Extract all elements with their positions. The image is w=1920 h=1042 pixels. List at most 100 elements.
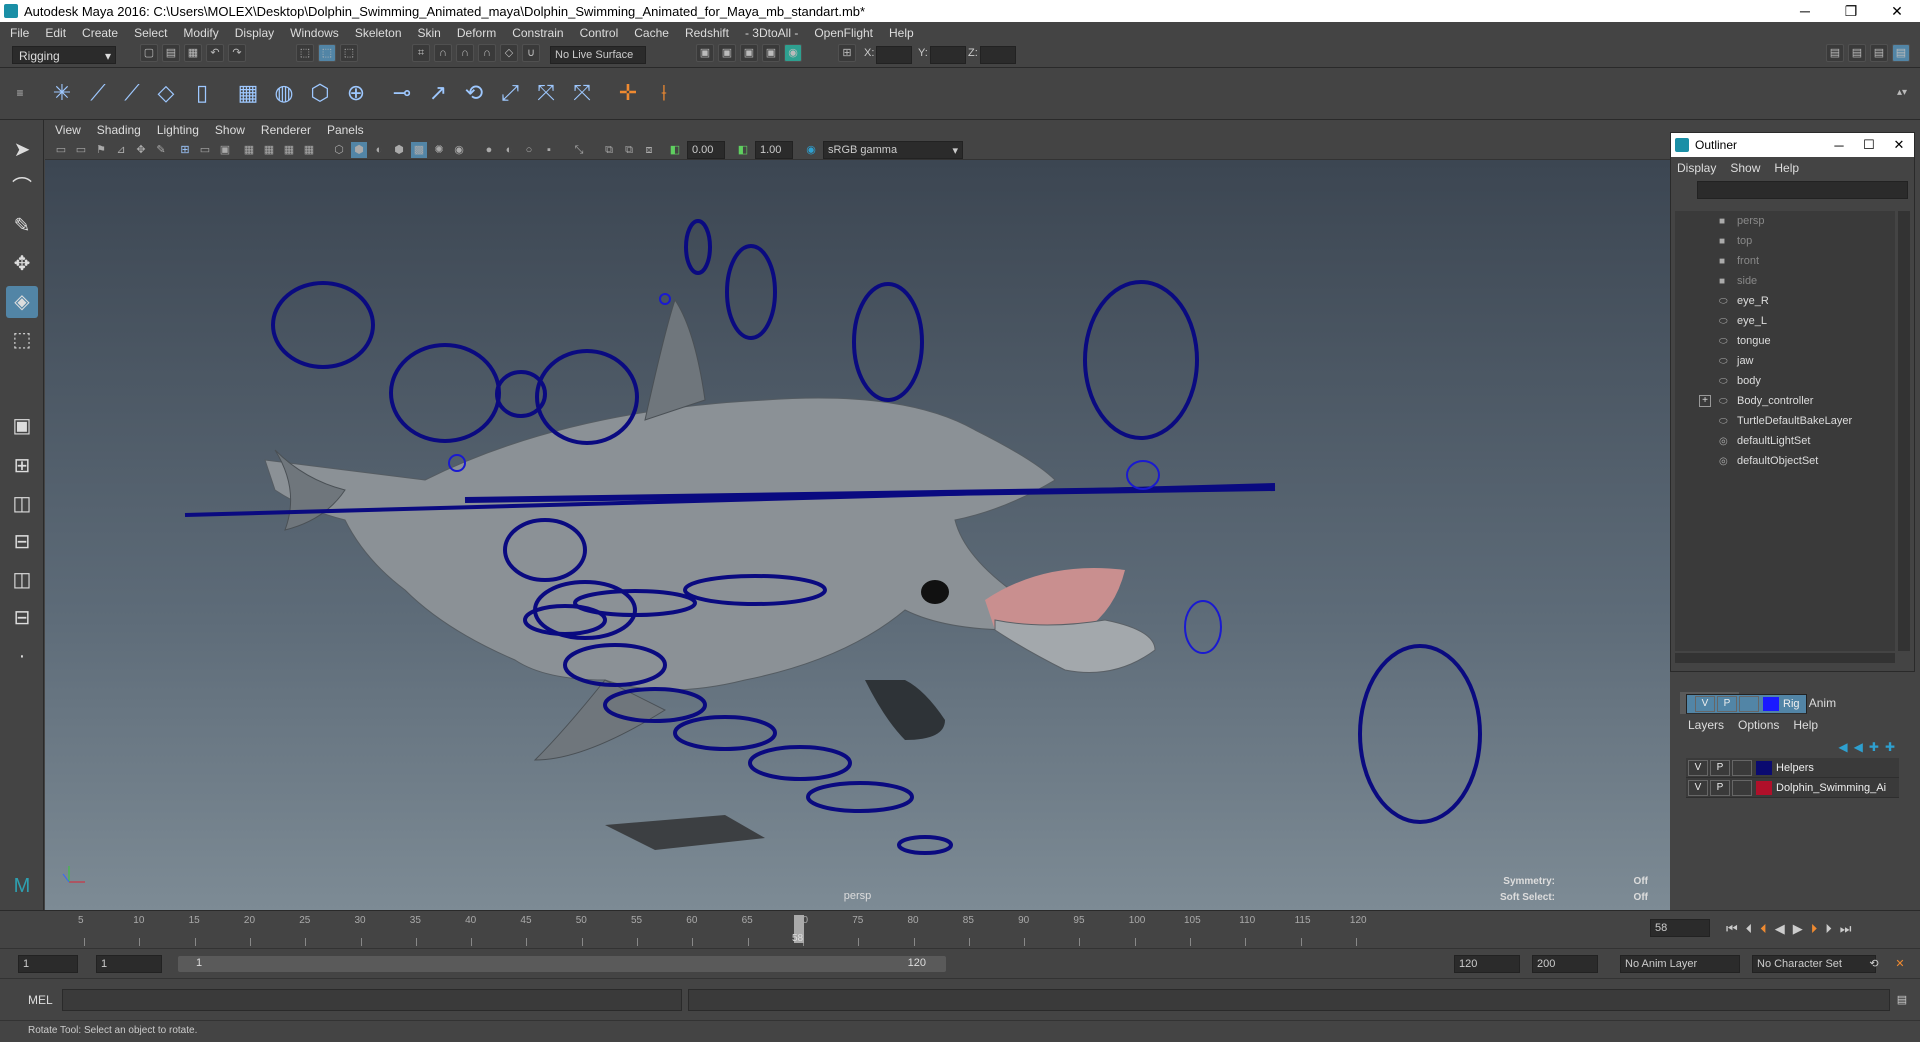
current-frame-field[interactable]: 58 xyxy=(1650,919,1710,937)
panel-menu-view[interactable]: View xyxy=(55,123,81,137)
panel-menu-show[interactable]: Show xyxy=(215,123,245,137)
display-type-toggle[interactable] xyxy=(1732,779,1752,796)
fin-controller-11[interactable] xyxy=(897,835,953,855)
insert-joint-icon[interactable]: ◇ xyxy=(150,77,182,109)
layer-color-swatch[interactable] xyxy=(1756,760,1772,775)
channel-box-toggle-icon[interactable]: ▤ xyxy=(1826,44,1844,62)
film-gate-icon[interactable]: ▭ xyxy=(197,142,213,158)
playback-end-field[interactable]: 120 xyxy=(1454,955,1520,973)
xray-joints-icon[interactable]: ⧉ xyxy=(621,142,637,158)
camera-select-icon[interactable]: ▭ xyxy=(53,142,69,158)
pole-vector-icon[interactable]: ⤧ xyxy=(566,77,598,109)
outliner-item[interactable]: ⬭ eye_R xyxy=(1675,291,1895,311)
bookmark-icon[interactable]: ⚑ xyxy=(93,142,109,158)
snap-view-icon[interactable]: ∩ xyxy=(478,44,496,62)
outliner-item[interactable]: ◎ defaultObjectSet xyxy=(1675,451,1895,471)
side-by-side-icon[interactable]: ◫ xyxy=(6,488,38,520)
resolution-gate-icon[interactable]: ▣ xyxy=(217,142,233,158)
modeling-toolkit-icon[interactable]: ▤ xyxy=(1892,44,1910,62)
shelf-scroll-icon[interactable]: ▴▾ xyxy=(1892,77,1912,109)
outliner-item[interactable]: ■ persp xyxy=(1675,211,1895,231)
minimize-icon[interactable]: ─ xyxy=(1782,0,1828,22)
persp-outliner-icon[interactable]: ◫ xyxy=(6,564,38,596)
attribute-editor-toggle-icon[interactable]: ▤ xyxy=(1848,44,1866,62)
lattice-icon[interactable]: ◍ xyxy=(268,77,300,109)
y-field[interactable] xyxy=(930,46,966,64)
menu-item-cache[interactable]: Cache xyxy=(634,26,669,40)
maya-tab-icon[interactable]: M xyxy=(6,870,38,902)
minimize-icon[interactable]: ─ xyxy=(1824,138,1854,153)
view-transform-dropdown[interactable]: sRGB gamma ▾ xyxy=(823,141,963,159)
ik-handle-icon[interactable]: ⟋ xyxy=(82,77,114,109)
gate-mask-icon[interactable]: ▦ xyxy=(241,142,257,158)
move-layer-down-icon[interactable]: ◀ xyxy=(1854,740,1863,754)
go-to-end-icon[interactable]: ⏭ xyxy=(1840,921,1852,937)
layer-row[interactable]: V P Helpers xyxy=(1686,758,1899,778)
menu-item-deform[interactable]: Deform xyxy=(457,26,496,40)
open-scene-icon[interactable]: ▤ xyxy=(162,44,180,62)
default-material-icon[interactable]: ◐ xyxy=(371,142,387,158)
dorsal-controller-1[interactable] xyxy=(684,219,712,275)
depth-of-field-icon[interactable]: ▪ xyxy=(541,142,557,158)
visibility-toggle[interactable]: V xyxy=(1688,779,1708,796)
start-time-field[interactable]: 1 xyxy=(18,955,78,973)
safe-action-icon[interactable]: ▦ xyxy=(281,142,297,158)
gamma-field[interactable]: 1.00 xyxy=(755,141,793,159)
image-plane-icon[interactable]: ⊿ xyxy=(113,142,129,158)
eye-controller[interactable] xyxy=(1126,460,1160,490)
save-scene-icon[interactable]: ▦ xyxy=(184,44,202,62)
menu-item-edit[interactable]: Edit xyxy=(45,26,66,40)
visibility-toggle[interactable]: V xyxy=(1688,759,1708,776)
tail-controller-2[interactable] xyxy=(389,343,501,443)
wireframe-icon[interactable]: ⬡ xyxy=(331,142,347,158)
skeleton-bind-icon[interactable]: ▯ xyxy=(186,77,218,109)
character-set-dropdown[interactable]: No Character Set xyxy=(1752,955,1876,973)
maximize-icon[interactable]: ☐ xyxy=(1854,137,1884,153)
connection-editor-icon[interactable]: ⟊ xyxy=(648,77,680,109)
wireframe-on-shaded-icon[interactable]: ⬢ xyxy=(391,142,407,158)
paint-select-icon[interactable]: ✎ xyxy=(6,210,38,242)
layer-color-swatch[interactable] xyxy=(1756,780,1772,795)
outliner-item[interactable]: ⬭ body xyxy=(1675,371,1895,391)
textured-icon[interactable]: ▩ xyxy=(411,142,427,158)
smooth-bind-icon[interactable]: ▦ xyxy=(232,77,264,109)
render-frame-icon[interactable]: ▣ xyxy=(718,44,736,62)
grid-icon[interactable]: ⊞ xyxy=(177,142,193,158)
layer-row[interactable]: V P Rig xyxy=(1686,694,1807,714)
restore-icon[interactable]: ❐ xyxy=(1828,0,1874,22)
tool-settings-toggle-icon[interactable]: ▤ xyxy=(1870,44,1888,62)
menu-item-openflight[interactable]: OpenFlight xyxy=(814,26,873,40)
live-surface-field[interactable]: No Live Surface xyxy=(550,46,646,64)
display-type-toggle[interactable] xyxy=(1739,696,1759,712)
close-icon[interactable]: ✕ xyxy=(1874,0,1920,22)
expand-icon[interactable]: + xyxy=(1699,395,1711,407)
transform-mode-icon[interactable]: ⊞ xyxy=(838,44,856,62)
joint-tool-icon[interactable]: ✳ xyxy=(46,77,78,109)
lasso-tool-icon[interactable]: ⌒ xyxy=(6,172,38,204)
exposure-field[interactable]: 0.00 xyxy=(687,141,725,159)
menu-item-skin[interactable]: Skin xyxy=(418,26,441,40)
step-back-frame-icon[interactable]: ⏴ xyxy=(1760,921,1767,937)
layer-menu-options[interactable]: Options xyxy=(1738,718,1779,732)
outliner-item[interactable]: ■ front xyxy=(1675,251,1895,271)
xray-components-icon[interactable]: ⧈ xyxy=(641,142,657,158)
anim-layer-dropdown[interactable]: No Anim Layer xyxy=(1620,955,1740,973)
script-editor-icon[interactable]: ▤ xyxy=(1894,992,1910,1008)
panel-menu-renderer[interactable]: Renderer xyxy=(261,123,311,137)
grease-pencil-icon[interactable]: ✎ xyxy=(153,142,169,158)
outliner-item[interactable]: ⬭ eye_L xyxy=(1675,311,1895,331)
command-input[interactable] xyxy=(62,989,682,1011)
menu-item-redshift[interactable]: Redshift xyxy=(685,26,729,40)
outliner-search-input[interactable] xyxy=(1697,181,1908,199)
outliner-item[interactable]: ■ top xyxy=(1675,231,1895,251)
ambient-occlusion-icon[interactable]: ● xyxy=(481,142,497,158)
motion-blur-icon[interactable]: ◐ xyxy=(501,142,517,158)
go-to-start-icon[interactable]: ⏮ xyxy=(1726,921,1738,937)
hypershade-icon[interactable]: ◉ xyxy=(784,44,802,62)
viewport-persp[interactable]: persp Symmetry: Off Soft Select: Off xyxy=(45,160,1670,910)
nose-controller[interactable] xyxy=(1184,600,1222,654)
visibility-toggle[interactable]: V xyxy=(1695,696,1715,712)
panel-menu-shading[interactable]: Shading xyxy=(97,123,141,137)
playback-start-field[interactable]: 1 xyxy=(96,955,162,973)
snap-surface-icon[interactable]: ◇ xyxy=(500,44,518,62)
